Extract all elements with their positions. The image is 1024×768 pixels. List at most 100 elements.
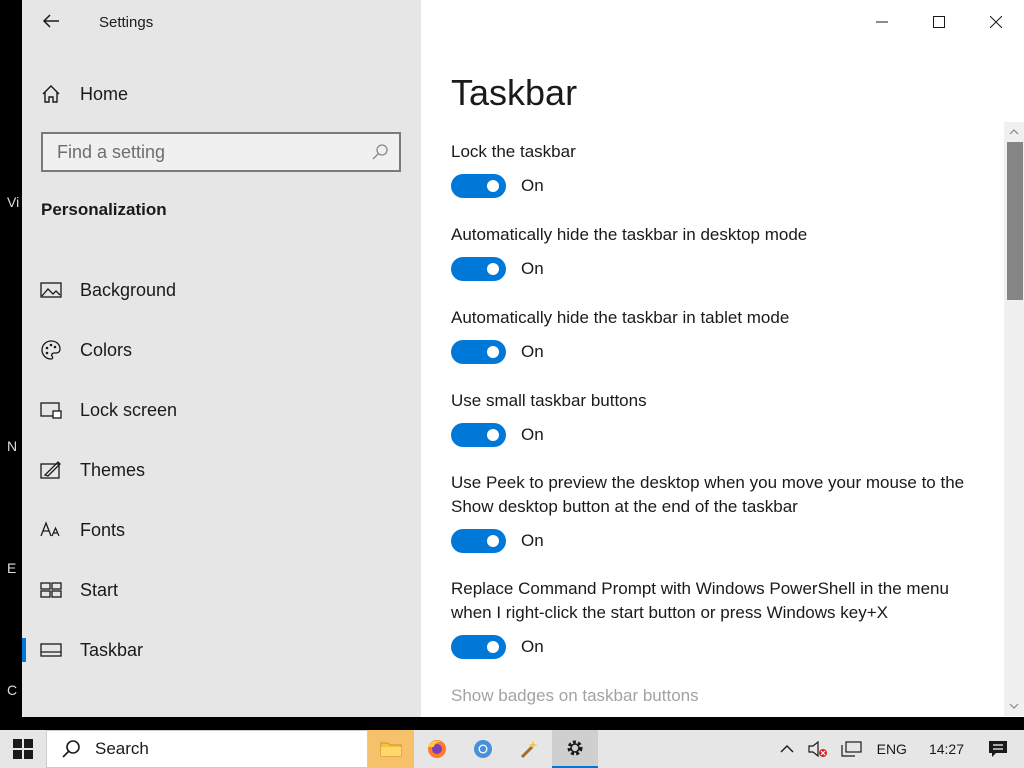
back-arrow-icon[interactable] xyxy=(40,10,62,32)
home-icon xyxy=(40,83,62,105)
search-input[interactable] xyxy=(43,134,363,170)
sidebar-nav: Background Colors Lock screen Themes Fon… xyxy=(22,260,421,680)
setting-label: Use small taskbar buttons xyxy=(451,391,647,410)
window-controls xyxy=(853,0,1024,44)
maximize-button[interactable] xyxy=(910,0,967,44)
taskbar: Search ENG 14:27 xyxy=(0,730,1024,768)
show-hidden-icons-button[interactable] xyxy=(773,730,801,768)
network-button[interactable] xyxy=(835,730,869,768)
desktop-background: Vi N E C xyxy=(0,0,22,730)
clock[interactable]: 14:27 xyxy=(915,730,978,768)
notifications-icon xyxy=(989,741,1007,757)
minimize-button[interactable] xyxy=(853,0,910,44)
sidebar: Settings Home Personalization Background xyxy=(22,0,421,717)
scroll-up-icon[interactable] xyxy=(1008,126,1020,138)
setting-label: Use Peek to preview the desktop when you… xyxy=(451,473,965,516)
close-icon xyxy=(989,16,1002,28)
sidebar-item-fonts[interactable]: Fonts xyxy=(22,500,421,560)
toggle-state-label: On xyxy=(521,637,544,656)
scroll-down-icon[interactable] xyxy=(1008,700,1020,712)
system-tray: ENG 14:27 xyxy=(773,730,1024,768)
sidebar-item-label: Taskbar xyxy=(80,639,144,660)
toggle-switch[interactable] xyxy=(451,257,506,281)
toggle-state-label: On xyxy=(521,425,544,444)
start-button[interactable] xyxy=(0,730,46,768)
toggle-switch[interactable] xyxy=(451,635,506,659)
sidebar-item-label: Themes xyxy=(80,459,146,480)
firefox-button[interactable] xyxy=(414,730,460,768)
setting-small-buttons: Use small taskbar buttons On xyxy=(451,389,991,447)
volume-muted-icon xyxy=(808,740,827,758)
image-icon xyxy=(40,279,62,301)
home-nav-item[interactable]: Home xyxy=(40,82,128,106)
section-title: Personalization xyxy=(41,200,167,219)
toggle-switch[interactable] xyxy=(451,529,506,553)
settings-app-button[interactable] xyxy=(552,730,598,768)
taskbar-icon xyxy=(40,639,62,661)
setting-peek: Use Peek to preview the desktop when you… xyxy=(451,471,991,553)
toggle-state-label: On xyxy=(521,259,544,278)
fonts-icon xyxy=(40,519,62,541)
sidebar-item-background[interactable]: Background xyxy=(22,260,421,320)
setting-badges: Show badges on taskbar buttons xyxy=(451,684,991,708)
scrollbar[interactable] xyxy=(1004,122,1024,716)
scroll-thumb[interactable] xyxy=(1007,142,1023,300)
windows-logo-icon xyxy=(13,739,33,759)
setting-lock-taskbar: Lock the taskbar On xyxy=(451,140,991,198)
toggle-switch[interactable] xyxy=(451,423,506,447)
network-icon xyxy=(841,741,862,757)
setting-powershell: Replace Command Prompt with Windows Powe… xyxy=(451,577,991,659)
sidebar-item-start[interactable]: Start xyxy=(22,560,421,620)
toggle-switch[interactable] xyxy=(451,340,506,364)
find-setting-search xyxy=(41,132,401,172)
setting-autohide-desktop: Automatically hide the taskbar in deskto… xyxy=(451,223,991,281)
sidebar-item-colors[interactable]: Colors xyxy=(22,320,421,380)
main-content: Taskbar Lock the taskbar On Automaticall… xyxy=(421,0,1024,717)
setting-label: Show badges on taskbar buttons xyxy=(451,686,699,705)
home-label: Home xyxy=(80,83,129,104)
sidebar-item-label: Background xyxy=(80,279,177,300)
magic-wand-app-button[interactable] xyxy=(506,730,552,768)
desktop-icon-label: Vi xyxy=(7,194,20,210)
desktop-icon-label: C xyxy=(7,682,18,698)
lock-screen-icon xyxy=(40,399,62,421)
toggle-state-label: On xyxy=(521,176,544,195)
sidebar-item-taskbar[interactable]: Taskbar xyxy=(22,620,421,680)
setting-label: Automatically hide the taskbar in deskto… xyxy=(451,225,808,244)
setting-autohide-tablet: Automatically hide the taskbar in tablet… xyxy=(451,306,991,364)
sidebar-item-lock-screen[interactable]: Lock screen xyxy=(22,380,421,440)
action-center-button[interactable] xyxy=(978,730,1024,768)
chevron-up-icon xyxy=(780,745,794,753)
setting-label: Lock the taskbar xyxy=(451,142,576,161)
page-title: Taskbar xyxy=(451,72,578,113)
desktop-icon-label: E xyxy=(7,560,17,576)
search-icon[interactable] xyxy=(371,143,389,161)
settings-window: Settings Home Personalization Background xyxy=(22,0,1024,717)
chrome-icon xyxy=(474,740,492,758)
taskbar-search-label: Search xyxy=(95,739,149,758)
gear-icon xyxy=(567,740,583,756)
toggle-switch[interactable] xyxy=(451,174,506,198)
sidebar-item-label: Lock screen xyxy=(80,399,178,420)
sidebar-item-label: Start xyxy=(80,579,119,600)
setting-label: Replace Command Prompt with Windows Powe… xyxy=(451,579,949,622)
volume-button[interactable] xyxy=(801,730,835,768)
minimize-icon xyxy=(875,21,888,23)
palette-icon xyxy=(40,339,62,361)
sidebar-item-label: Fonts xyxy=(80,519,126,540)
desktop-icon-label: N xyxy=(7,438,18,454)
search-icon xyxy=(62,740,80,758)
close-button[interactable] xyxy=(967,0,1024,44)
sidebar-item-themes[interactable]: Themes xyxy=(22,440,421,500)
toggle-state-label: On xyxy=(521,531,544,550)
window-title: Settings xyxy=(99,14,154,31)
file-explorer-button[interactable] xyxy=(368,730,414,768)
firefox-icon xyxy=(428,740,446,758)
language-indicator[interactable]: ENG xyxy=(869,730,915,768)
start-icon xyxy=(40,579,62,601)
maximize-icon xyxy=(932,16,945,28)
taskbar-search-box[interactable]: Search xyxy=(46,730,368,768)
wand-icon xyxy=(520,740,538,759)
sidebar-item-label: Colors xyxy=(80,339,133,360)
chrome-button[interactable] xyxy=(460,730,506,768)
